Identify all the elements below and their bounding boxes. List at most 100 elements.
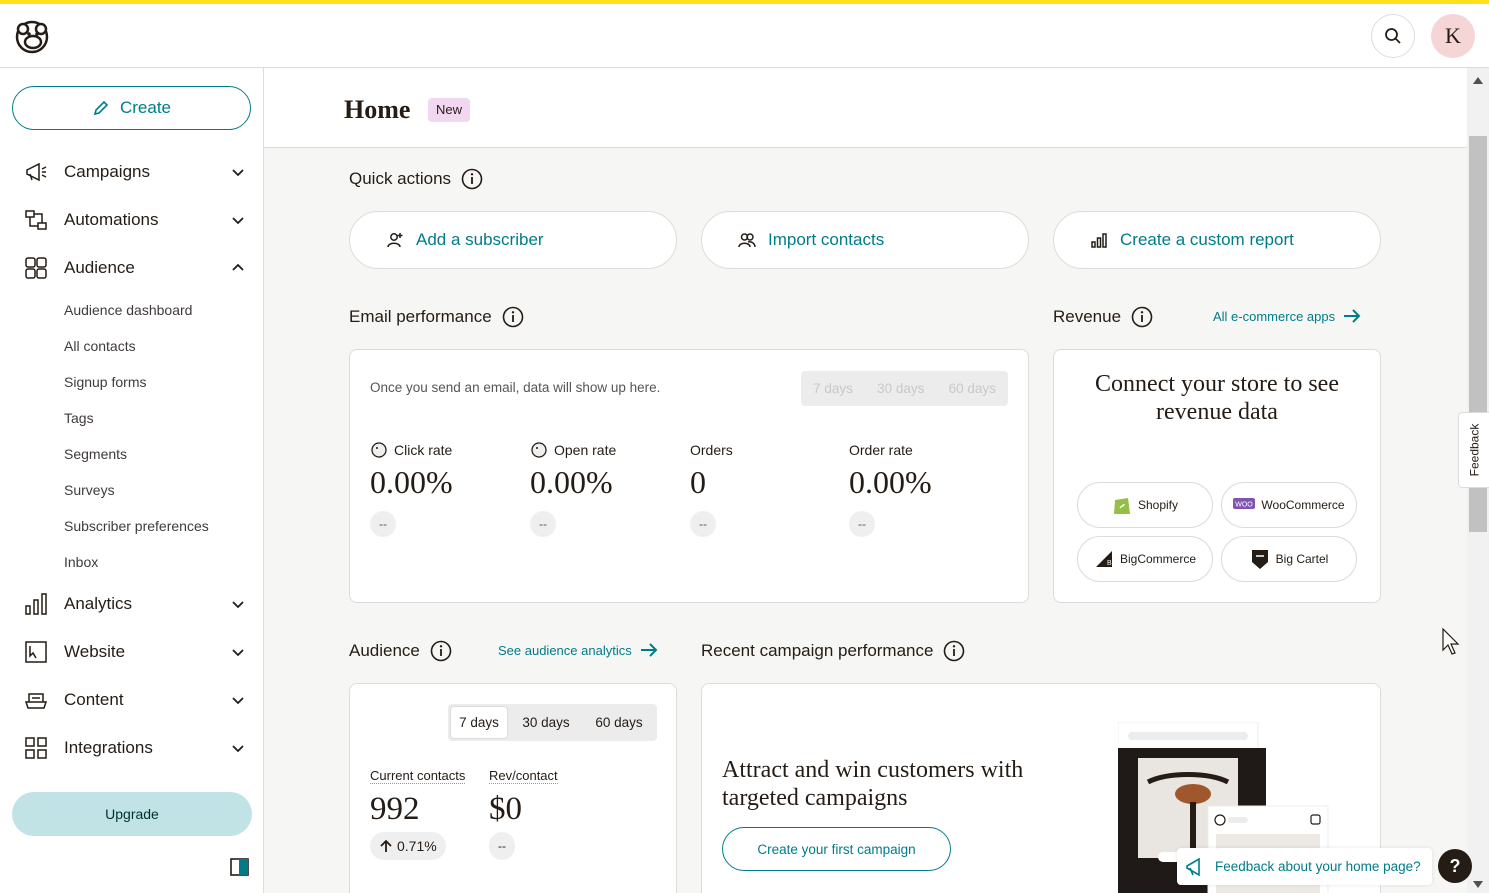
metric-label: Click rate — [394, 442, 453, 458]
create-button[interactable]: Create — [12, 86, 251, 130]
shopify-button[interactable]: Shopify — [1077, 482, 1213, 528]
sidebar-subitem-signup-forms[interactable]: Signup forms — [64, 372, 146, 392]
sidebar-subitem-tags[interactable]: Tags — [64, 408, 94, 428]
chevron-down-icon — [232, 169, 244, 177]
open-rate-metric: Open rate 0.00% -- — [530, 440, 616, 537]
add-subscriber-label: Add a subscriber — [416, 230, 544, 249]
chevron-down-icon — [232, 217, 244, 225]
recent-campaign-title: Recent campaign performance — [701, 641, 934, 660]
info-icon[interactable] — [943, 640, 965, 662]
sidebar-subitem-surveys[interactable]: Surveys — [64, 480, 115, 500]
current-contacts-metric: Current contacts 992 0.71% — [370, 767, 466, 860]
audience-range-selector: 7 days 30 days 60 days — [448, 704, 657, 741]
sidebar-item-content[interactable]: Content — [0, 680, 264, 720]
people-icon — [738, 233, 756, 248]
sidebar-collapse-icon[interactable] — [230, 858, 249, 876]
create-button-label: Create — [119, 98, 172, 117]
create-custom-report-label: Create a custom report — [1120, 230, 1294, 249]
info-icon[interactable] — [430, 640, 452, 662]
scroll-down-icon[interactable] — [1473, 881, 1483, 889]
all-ecommerce-apps-link[interactable]: All e-commerce apps — [1213, 308, 1361, 324]
sidebar-subitem-segments[interactable]: Segments — [64, 444, 127, 464]
sidebar-item-integrations[interactable]: Integrations — [0, 728, 264, 768]
mouse-cursor-icon — [1442, 628, 1460, 655]
range-30-days[interactable]: 30 days — [512, 707, 580, 738]
help-button[interactable]: ? — [1438, 849, 1472, 883]
store-label: Big Cartel — [1275, 552, 1329, 566]
sidebar-item-audience[interactable]: Audience — [0, 248, 264, 288]
arrow-right-icon — [1344, 309, 1361, 323]
rev-contact-value: $0 — [489, 791, 522, 827]
sidebar-item-website[interactable]: Website — [0, 632, 264, 672]
sidebar-item-label: Automations — [64, 210, 159, 229]
quick-actions-title: Quick actions — [349, 169, 452, 188]
megaphone-icon — [26, 162, 47, 182]
sidebar-subitem-audience-dashboard[interactable]: Audience dashboard — [64, 300, 192, 320]
import-contacts-label: Import contacts — [768, 230, 885, 249]
page-header: Home New — [264, 68, 1467, 148]
create-custom-report-button[interactable]: Create a custom report — [1053, 211, 1381, 269]
email-performance-heading: Email performance — [349, 306, 524, 328]
range-7-days[interactable]: 7 days — [451, 707, 507, 738]
mailchimp-logo-icon[interactable] — [12, 16, 52, 56]
sidebar: Create Campaigns Automations Audience Au… — [0, 68, 264, 893]
email-performance-card: Once you send an email, data will show u… — [349, 349, 1029, 603]
bar-chart-icon — [25, 593, 47, 615]
info-icon[interactable] — [1131, 306, 1153, 328]
current-contacts-value: 992 — [370, 791, 420, 827]
chevron-down-icon — [232, 745, 244, 753]
feedback-tab[interactable]: Feedback — [1458, 412, 1489, 488]
page-title: Home — [344, 95, 411, 124]
sidebar-subitem-inbox[interactable]: Inbox — [64, 552, 98, 572]
metric-change: -- — [530, 511, 556, 537]
sidebar-item-label: Audience — [64, 258, 135, 277]
user-avatar[interactable]: K — [1431, 14, 1475, 58]
info-icon[interactable] — [502, 306, 524, 328]
sidebar-item-automations[interactable]: Automations — [0, 200, 264, 240]
bigcommerce-button[interactable]: B BigCommerce — [1077, 536, 1213, 582]
search-icon — [1385, 28, 1401, 44]
svg-text:B: B — [1107, 560, 1112, 567]
store-label: BigCommerce — [1119, 552, 1197, 566]
search-button[interactable] — [1371, 14, 1415, 58]
orders-metric: Orders 0 -- — [690, 440, 733, 537]
revenue-card: Connect your store to see revenue data S… — [1053, 349, 1381, 603]
upgrade-button[interactable]: Upgrade — [12, 792, 252, 836]
see-audience-analytics-link[interactable]: See audience analytics — [498, 642, 658, 658]
bar-chart-icon — [1091, 233, 1107, 248]
svg-text:WOO: WOO — [1236, 502, 1254, 509]
sidebar-subitem-subscriber-preferences[interactable]: Subscriber preferences — [64, 516, 209, 536]
revenue-heading-text: Connect your store to see revenue data — [1095, 371, 1339, 425]
content-icon — [24, 693, 48, 709]
store-label: Shopify — [1137, 498, 1179, 512]
link-label: All e-commerce apps — [1213, 308, 1336, 324]
add-subscriber-button[interactable]: Add a subscriber — [349, 211, 677, 269]
woocommerce-button[interactable]: WOO WooCommerce — [1221, 482, 1357, 528]
metric-value: 0 — [690, 464, 706, 500]
sidebar-subitem-all-contacts[interactable]: All contacts — [64, 336, 136, 356]
range-60-days[interactable]: 60 days — [585, 707, 653, 738]
metric-change: -- — [690, 511, 716, 537]
link-label: See audience analytics — [498, 642, 632, 658]
current-contacts-label: Current contacts — [370, 768, 466, 784]
home-feedback-button[interactable]: Feedback about your home page? — [1177, 848, 1432, 885]
scroll-up-icon[interactable] — [1473, 76, 1483, 84]
bigcommerce-icon: B — [1095, 551, 1112, 567]
create-first-campaign-button[interactable]: Create your first campaign — [722, 827, 951, 871]
big-cartel-button[interactable]: Big Cartel — [1221, 536, 1357, 582]
audience-heading: Audience — [349, 640, 452, 662]
audience-icon — [25, 257, 47, 279]
feedback-pill-label: Feedback about your home page? — [1215, 859, 1421, 874]
sidebar-item-label: Analytics — [64, 594, 133, 613]
info-icon[interactable] — [461, 168, 483, 190]
metric-change: -- — [849, 511, 875, 537]
store-label: WooCommerce — [1261, 498, 1345, 512]
audience-card: 7 days 30 days 60 days Current contacts … — [349, 683, 677, 893]
chevron-down-icon — [232, 601, 244, 609]
rev-contact-label: Rev/contact — [489, 768, 558, 784]
metric-label: Open rate — [554, 442, 617, 458]
import-contacts-button[interactable]: Import contacts — [701, 211, 1029, 269]
sidebar-item-analytics[interactable]: Analytics — [0, 584, 264, 624]
sidebar-item-campaigns[interactable]: Campaigns — [0, 152, 264, 192]
order-rate-metric: Order rate 0.00% -- — [849, 440, 932, 537]
